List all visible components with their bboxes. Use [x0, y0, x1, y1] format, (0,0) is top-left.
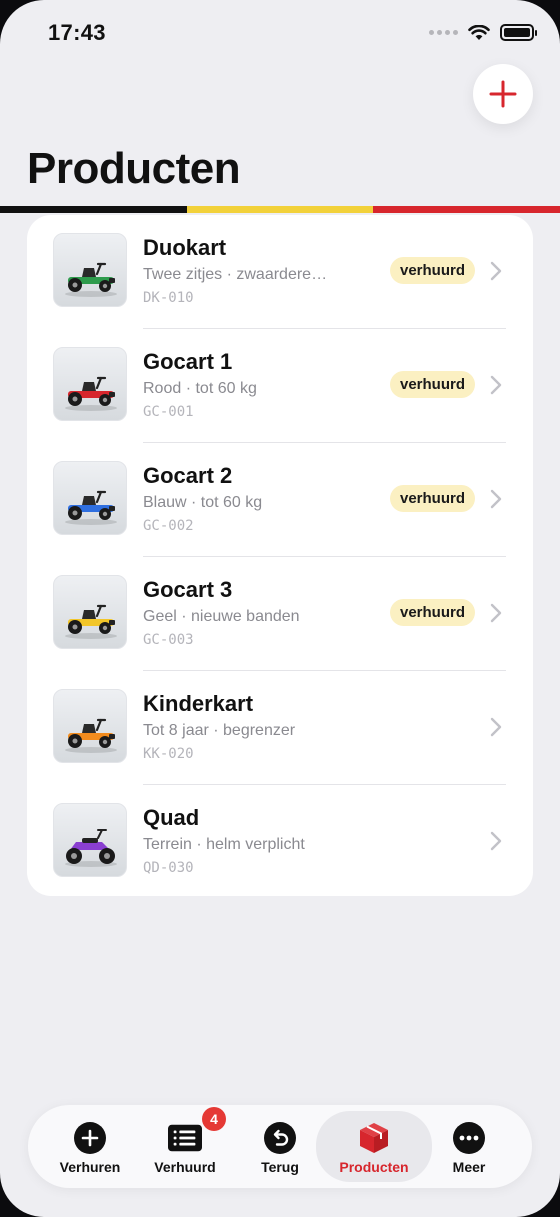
product-code: DK-010 — [143, 290, 194, 306]
product-subtitle: Blauw · tot 60 kg — [143, 494, 263, 511]
product-code: GC-001 — [143, 404, 194, 420]
product-list: Duokart Twee zitjes · zwaardere… DK-010 … — [27, 215, 533, 896]
box-icon — [357, 1121, 391, 1155]
product-row[interactable]: Quad Terrein · helm verplicht QD-030 — [27, 785, 533, 896]
product-row[interactable]: Gocart 3 Geel · nieuwe banden GC-003 ver… — [27, 557, 533, 671]
product-row[interactable]: Gocart 2 Blauw · tot 60 kg GC-002 verhuu… — [27, 443, 533, 557]
flag-stripe-black — [0, 206, 187, 213]
flag-stripe — [0, 206, 560, 213]
quad-thumbnail — [53, 803, 127, 877]
product-code: GC-003 — [143, 632, 194, 648]
status-badge: verhuurd — [390, 485, 476, 512]
product-row[interactable]: Kinderkart Tot 8 jaar · begrenzer KK-020 — [27, 671, 533, 785]
status-badge: verhuurd — [390, 599, 476, 626]
add-product-button[interactable] — [473, 64, 533, 124]
page-title: Producten — [27, 144, 241, 193]
tab-meer[interactable]: Meer — [424, 1111, 514, 1182]
chevron-right-icon — [490, 261, 502, 281]
product-subtitle: Rood · tot 60 kg — [143, 380, 257, 397]
product-code: GC-002 — [143, 518, 194, 534]
list-icon: 4 — [168, 1107, 226, 1155]
wifi-icon — [468, 24, 490, 40]
app-screen: 17:43 Producten Duokart Twee zitjes · zw… — [0, 0, 560, 1217]
tab-label: Verhuurd — [154, 1159, 216, 1175]
product-title: Gocart 3 — [143, 577, 233, 602]
status-icons — [429, 24, 537, 41]
tab-terug[interactable]: Terug — [230, 1111, 330, 1182]
tab-label: Verhuren — [59, 1159, 121, 1175]
chevron-right-icon — [490, 603, 502, 623]
status-time: 17:43 — [48, 20, 106, 45]
status-badge: verhuurd — [390, 371, 476, 398]
tab-label: Producten — [339, 1159, 409, 1175]
chevron-right-icon — [490, 717, 502, 737]
product-code: QD-030 — [143, 860, 194, 876]
chevron-right-icon — [490, 489, 502, 509]
tab-bar: Verhuren 4 Verhuurd Terug Producten Meer — [28, 1105, 532, 1188]
tab-producten[interactable]: Producten — [316, 1111, 432, 1182]
product-subtitle: Tot 8 jaar · begrenzer — [143, 722, 296, 739]
tab-verhuren[interactable]: Verhuren — [36, 1111, 144, 1182]
kart-thumbnail — [53, 575, 127, 649]
count-badge: 4 — [202, 1107, 226, 1131]
product-subtitle: Terrein · helm verplicht — [143, 836, 305, 853]
kart-thumbnail — [53, 461, 127, 535]
product-subtitle: Geel · nieuwe banden — [143, 608, 300, 625]
product-row[interactable]: Duokart Twee zitjes · zwaardere… DK-010 … — [27, 215, 533, 329]
plus-circle-icon — [73, 1121, 107, 1155]
product-title: Gocart 2 — [143, 463, 233, 488]
product-title: Kinderkart — [143, 691, 254, 716]
battery-icon — [500, 24, 537, 41]
kart-thumbnail — [53, 233, 127, 307]
more-icon — [452, 1121, 486, 1155]
product-row[interactable]: Gocart 1 Rood · tot 60 kg GC-001 verhuur… — [27, 329, 533, 443]
product-code: KK-020 — [143, 746, 194, 762]
product-title: Quad — [143, 805, 200, 830]
tab-verhuurd[interactable]: 4 Verhuurd — [132, 1107, 238, 1182]
product-title: Duokart — [143, 235, 227, 260]
chevron-right-icon — [490, 831, 502, 851]
kart-thumbnail — [53, 347, 127, 421]
flag-stripe-red — [373, 206, 560, 213]
status-badge: verhuurd — [390, 257, 476, 284]
plus-icon — [489, 80, 517, 108]
product-subtitle: Twee zitjes · zwaardere… — [143, 266, 328, 283]
signal-icon — [429, 30, 458, 35]
return-icon — [263, 1121, 297, 1155]
chevron-right-icon — [490, 375, 502, 395]
kart-thumbnail — [53, 689, 127, 763]
tab-label: Meer — [452, 1159, 486, 1175]
flag-stripe-yellow — [186, 206, 374, 213]
product-title: Gocart 1 — [143, 349, 233, 374]
tab-label: Terug — [261, 1159, 299, 1175]
